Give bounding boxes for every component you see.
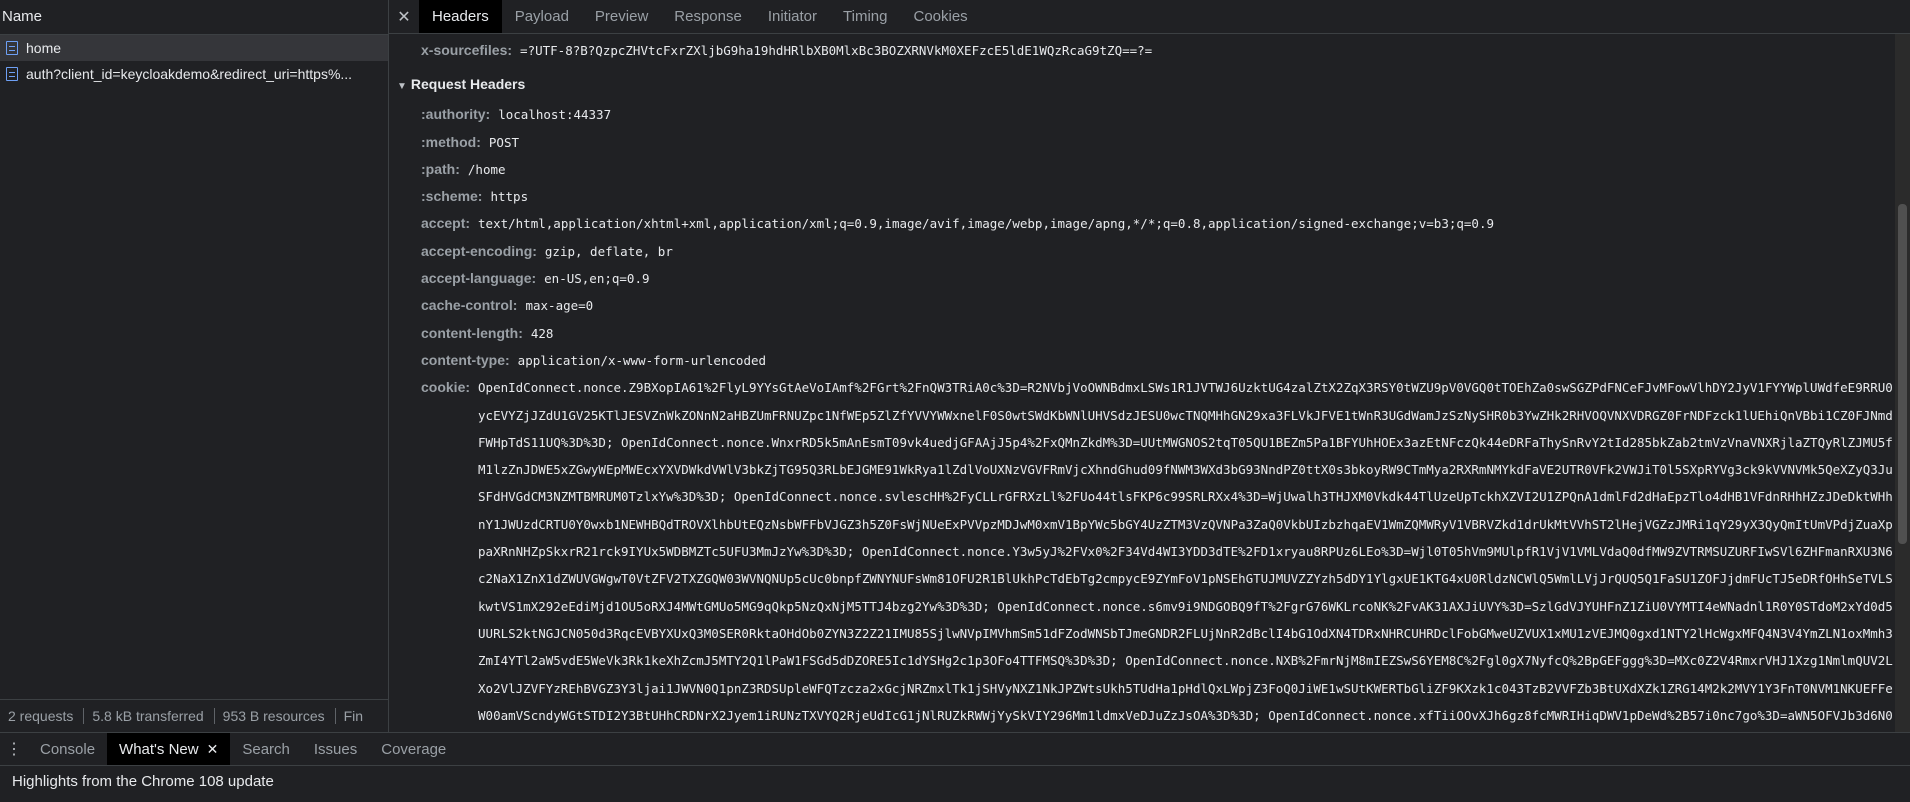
header-value: en-US,en;q=0.9 xyxy=(544,271,650,287)
header-row: accept-language: en-US,en;q=0.9 xyxy=(389,265,1894,292)
tab-issues[interactable]: Issues xyxy=(302,733,369,765)
drawer-tab-bar: ⋮ Console What's New ✕ Search Issues Cov… xyxy=(0,733,1910,766)
header-row: :path: /home xyxy=(389,156,1894,183)
header-row: accept-encoding: gzip, deflate, br xyxy=(389,238,1894,265)
details-tab-bar: ✕ Headers Payload Preview Response Initi… xyxy=(389,0,1910,34)
tab-coverage[interactable]: Coverage xyxy=(369,733,458,765)
header-value: https xyxy=(490,189,529,205)
header-name: :authority: xyxy=(421,106,491,123)
header-row-cookie: cookie: OpenIdConnect.nonce.Z9BXopIA61%2… xyxy=(389,374,1894,732)
tab-headers[interactable]: Headers xyxy=(419,0,502,33)
close-icon[interactable]: ✕ xyxy=(207,741,219,758)
header-name: content-type: xyxy=(421,351,510,368)
request-headers-list: :authority: localhost:44337 :method: POST :p… xyxy=(389,101,1894,374)
resources-size: 953 B resources xyxy=(215,708,336,724)
header-row: cache-control: max-age=0 xyxy=(389,292,1894,319)
tab-response[interactable]: Response xyxy=(661,0,755,33)
header-value: /home xyxy=(467,161,506,177)
request-details-pane: ✕ Headers Payload Preview Response Initi… xyxy=(389,0,1910,732)
request-name: auth?client_id=keycloakdemo&redirect_uri… xyxy=(26,66,353,82)
header-name: cookie: xyxy=(421,379,471,396)
section-title: Request Headers xyxy=(410,76,526,93)
bottom-drawer: ⋮ Console What's New ✕ Search Issues Cov… xyxy=(0,732,1910,802)
document-icon xyxy=(6,41,18,55)
header-value: 428 xyxy=(530,325,554,341)
tab-search[interactable]: Search xyxy=(230,733,302,765)
header-value: =?UTF-8?B?QzpcZHVtcFxrZXljbG9ha19hdHRlbX… xyxy=(520,43,1153,58)
header-row: content-type: application/x-www-form-urle… xyxy=(389,347,1894,374)
more-options-icon[interactable]: ⋮ xyxy=(0,733,28,765)
tab-timing[interactable]: Timing xyxy=(830,0,900,33)
request-row-auth[interactable]: auth?client_id=keycloakdemo&redirect_uri… xyxy=(0,61,388,87)
header-row: :method: POST xyxy=(389,129,1894,156)
headers-content: x-sourcefiles: =?UTF-8?B?QzpcZHVtcFxrZXl… xyxy=(389,34,1894,732)
header-name: content-length: xyxy=(421,324,523,341)
request-name: home xyxy=(26,40,62,56)
vertical-scrollbar[interactable] xyxy=(1895,34,1910,732)
header-name: :method: xyxy=(421,133,481,150)
tab-preview[interactable]: Preview xyxy=(582,0,661,33)
tab-console[interactable]: Console xyxy=(28,733,107,765)
request-row-home[interactable]: home xyxy=(0,35,388,61)
header-name: x-sourcefiles: xyxy=(421,42,513,58)
request-headers-section-toggle[interactable]: ▼ Request Headers xyxy=(389,70,1894,101)
header-row: content-length: 428 xyxy=(389,320,1894,347)
header-name: :scheme: xyxy=(421,188,483,205)
transferred-size: 5.8 kB transferred xyxy=(84,708,215,724)
header-value: gzip, deflate, br xyxy=(544,243,673,259)
finish-time: Fin xyxy=(343,708,364,724)
header-name: accept-encoding: xyxy=(421,242,537,259)
network-summary-bar: 2 requests 5.8 kB transferred 953 B reso… xyxy=(0,699,388,732)
header-row: x-sourcefiles: =?UTF-8?B?QzpcZHVtcFxrZXl… xyxy=(389,34,1894,64)
tab-whats-new[interactable]: What's New ✕ xyxy=(107,733,231,765)
header-value: localhost:44337 xyxy=(498,107,612,123)
header-name: :path: xyxy=(421,160,460,177)
whats-new-headline: Highlights from the Chrome 108 update xyxy=(12,773,274,790)
tab-payload[interactable]: Payload xyxy=(502,0,582,33)
header-name: accept-language: xyxy=(421,270,537,287)
header-value: text/html,application/xhtml+xml,applicat… xyxy=(478,216,1494,232)
tab-label: What's New xyxy=(119,740,199,758)
header-row: accept: text/html,application/xhtml+xml,a… xyxy=(389,210,1894,237)
scrollbar-thumb[interactable] xyxy=(1898,204,1907,544)
header-row: :scheme: https xyxy=(389,183,1894,210)
tab-cookies[interactable]: Cookies xyxy=(900,0,980,33)
request-count: 2 requests xyxy=(0,708,85,724)
name-column-header[interactable]: Name xyxy=(0,0,388,35)
header-name: cache-control: xyxy=(421,297,518,314)
request-list-pane: Name home auth?client_id=keycloakdemo&re… xyxy=(0,0,389,732)
document-icon xyxy=(6,67,18,81)
close-icon[interactable]: ✕ xyxy=(389,0,419,33)
header-value: application/x-www-form-urlencoded xyxy=(517,352,767,368)
header-name: accept: xyxy=(421,215,471,232)
header-value: OpenIdConnect.nonce.Z9BXopIA61%2FlyL9YYs… xyxy=(478,380,1893,723)
header-row: :authority: localhost:44337 xyxy=(389,101,1894,128)
triangle-down-icon: ▼ xyxy=(397,81,407,93)
header-value: POST xyxy=(488,134,519,150)
tab-initiator[interactable]: Initiator xyxy=(755,0,830,33)
header-value: max-age=0 xyxy=(525,298,594,314)
